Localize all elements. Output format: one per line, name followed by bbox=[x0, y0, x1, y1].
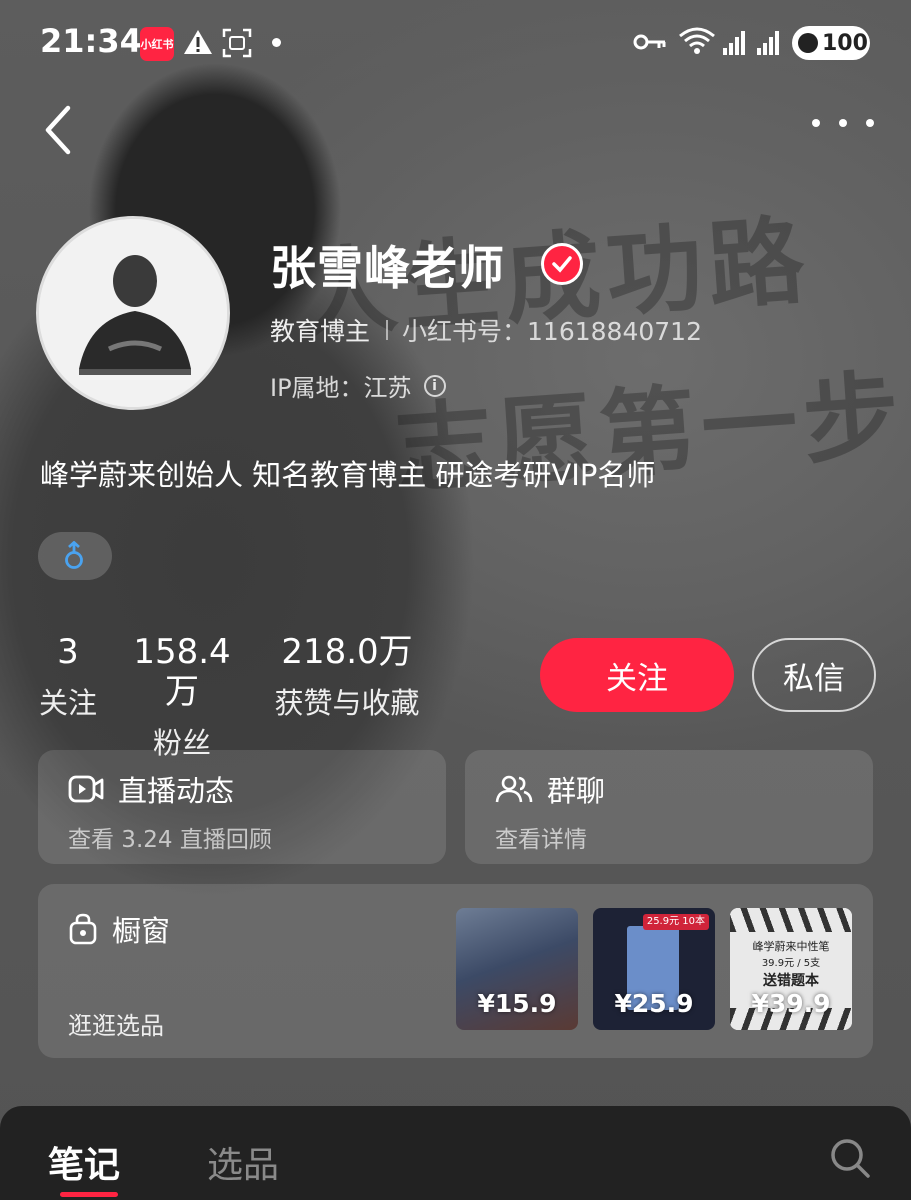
more-dots-icon bbox=[812, 119, 820, 127]
video-live-icon bbox=[68, 773, 104, 805]
avatar[interactable] bbox=[36, 216, 230, 410]
status-bar: 21:34 小红书 100 bbox=[0, 0, 911, 88]
follow-button[interactable]: 关注 bbox=[540, 638, 734, 712]
message-button[interactable]: 私信 bbox=[752, 638, 876, 712]
stat-followers[interactable]: 158.4万 粉丝 bbox=[120, 632, 244, 762]
wifi-icon bbox=[679, 27, 715, 54]
product-thumbnail[interactable]: ¥15.9 bbox=[456, 908, 578, 1030]
product-thumbnail[interactable]: 峰学蔚来中性笔 39.9元 / 5支 送错题本 ¥39.9 bbox=[730, 908, 852, 1030]
tab-notes[interactable]: 笔记 bbox=[48, 1136, 120, 1188]
profile-bio: 峰学蔚来创始人 知名教育博主 研途考研VIP名师 bbox=[40, 458, 656, 492]
leaf-icon bbox=[798, 33, 818, 53]
male-gender-icon bbox=[65, 541, 83, 569]
live-card[interactable]: 直播动态 查看 3.24 直播回顾 bbox=[38, 750, 446, 864]
product-name: 峰学蔚来中性笔 bbox=[752, 940, 830, 953]
app-notification-icon: 小红书 bbox=[140, 27, 174, 61]
group-card-title: 群聊 bbox=[547, 774, 606, 808]
live-card-title: 直播动态 bbox=[118, 774, 235, 808]
live-card-header: 直播动态 bbox=[68, 768, 234, 810]
stat-likes-count: 218.0万 bbox=[281, 632, 413, 672]
shop-card-title: 橱窗 bbox=[112, 914, 171, 948]
ip-location: IP属地：江苏 i bbox=[270, 368, 446, 403]
signal-strength-icon bbox=[723, 31, 745, 55]
ip-location-text: IP属地：江苏 bbox=[270, 374, 412, 402]
stat-following-label: 关注 bbox=[38, 686, 97, 720]
group-card-header: 群聊 bbox=[495, 768, 605, 810]
product-price: ¥25.9 bbox=[614, 989, 694, 1018]
profile-role: 教育博主 bbox=[270, 317, 371, 346]
profile-name: 张雪峰老师 bbox=[270, 241, 505, 295]
more-options-button[interactable] bbox=[812, 108, 874, 138]
battery-percent: 100 bbox=[822, 30, 868, 56]
battery-indicator: 100 bbox=[792, 26, 870, 60]
content-tab-bar: 笔记 选品 bbox=[0, 1106, 911, 1200]
status-time: 21:34 bbox=[40, 22, 142, 60]
info-icon[interactable]: i bbox=[423, 374, 446, 397]
shop-window-card[interactable]: 橱窗 逛逛选品 ¥15.9 25.9元 10本 ¥25.9 峰学蔚来中性笔 39… bbox=[38, 884, 873, 1058]
product-spec: 39.9元 / 5支 bbox=[761, 958, 821, 969]
product-gift: 送错题本 bbox=[763, 973, 819, 989]
notification-dot-icon bbox=[272, 38, 281, 47]
stat-likes-label: 获赞与收藏 bbox=[274, 686, 420, 720]
group-card-subtitle: 查看详情 bbox=[495, 827, 587, 853]
more-dots-icon bbox=[866, 119, 874, 127]
verified-check-icon bbox=[541, 243, 583, 285]
tab-products[interactable]: 选品 bbox=[207, 1136, 279, 1188]
warning-icon bbox=[184, 30, 212, 54]
product-promo-tag: 25.9元 10本 bbox=[642, 914, 709, 930]
chevron-left-icon bbox=[45, 105, 71, 155]
search-icon[interactable] bbox=[828, 1136, 872, 1180]
avatar-portrait-image bbox=[39, 219, 227, 407]
product-price: ¥15.9 bbox=[477, 989, 557, 1018]
stat-following-count: 3 bbox=[57, 632, 79, 672]
more-dots-icon bbox=[839, 119, 847, 127]
shop-card-header: 橱窗 bbox=[68, 908, 170, 950]
active-tab-indicator bbox=[60, 1192, 118, 1197]
profile-meta: 教育博主 小红书号：11618840712 bbox=[270, 312, 702, 348]
product-price: ¥39.9 bbox=[751, 989, 831, 1018]
shopping-bag-icon bbox=[68, 913, 98, 945]
live-card-subtitle: 查看 3.24 直播回顾 bbox=[68, 827, 272, 853]
key-icon bbox=[633, 34, 666, 50]
group-chat-card[interactable]: 群聊 查看详情 bbox=[465, 750, 873, 864]
profile-red-id[interactable]: 小红书号：11618840712 bbox=[402, 312, 702, 348]
product-thumbnail[interactable]: 25.9元 10本 ¥25.9 bbox=[593, 908, 715, 1030]
screenshot-icon bbox=[222, 28, 252, 58]
shop-card-subtitle: 逛逛选品 bbox=[68, 1012, 164, 1040]
stat-following[interactable]: 3 关注 bbox=[36, 632, 100, 722]
back-button[interactable] bbox=[38, 102, 82, 158]
signal-strength-icon bbox=[757, 31, 779, 55]
divider bbox=[386, 320, 389, 340]
gender-tag bbox=[38, 532, 112, 580]
stat-followers-count: 158.4万 bbox=[133, 632, 231, 712]
stat-likes[interactable]: 218.0万 获赞与收藏 bbox=[264, 632, 430, 722]
product-image-pens bbox=[730, 908, 852, 932]
group-people-icon bbox=[495, 774, 533, 804]
